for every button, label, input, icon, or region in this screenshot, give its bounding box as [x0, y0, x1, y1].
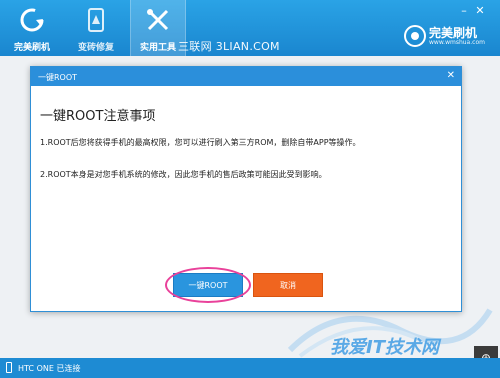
site-watermark: 三联网 3LIAN.COM	[178, 40, 280, 53]
dialog-titlebar: 一键ROOT ✕	[31, 67, 461, 86]
phone-repair-icon	[88, 8, 104, 32]
brand-url: www.wmshua.com	[429, 39, 485, 46]
device-status: HTC ONE 已连接	[18, 364, 81, 373]
cancel-button[interactable]: 取消	[253, 273, 323, 297]
tab-perfect-flash[interactable]: 完美刷机	[0, 0, 64, 56]
tab-brick-repair[interactable]: 变砖修复	[64, 0, 128, 56]
notice-paragraph-2: 2.ROOT本身是对您手机系统的修改，因此您手机的售后政策可能因此受到影响。	[40, 170, 327, 179]
tab-label: 实用工具	[139, 43, 176, 53]
notice-paragraph-1: 1.ROOT后您将获得手机的最高权限，您可以进行刷入第三方ROM，删除自带APP…	[40, 138, 361, 147]
minimize-button[interactable]: –	[458, 5, 470, 17]
brand-logo-icon	[404, 25, 426, 47]
annotation-circle	[165, 267, 251, 303]
status-bar: HTC ONE 已连接	[0, 358, 500, 378]
refresh-icon	[20, 8, 44, 32]
tab-label: 完美刷机	[13, 43, 50, 53]
top-toolbar: 完美刷机 变砖修复 实用工具 三联网 3LIAN.COM – ✕ 完美刷机 ww…	[0, 0, 500, 56]
brand: 完美刷机 www.wmshua.com	[404, 22, 496, 50]
close-window-button[interactable]: ✕	[474, 5, 486, 17]
dialog-title: 一键ROOT	[38, 73, 78, 82]
phone-icon	[6, 362, 12, 373]
footer-watermark: 我爱IT技术网	[330, 337, 439, 358]
tools-icon	[147, 9, 169, 31]
dialog-heading: 一键ROOT注意事项	[40, 109, 156, 124]
root-dialog: 一键ROOT ✕ 一键ROOT注意事项 1.ROOT后您将获得手机的最高权限，您…	[30, 66, 462, 312]
close-icon[interactable]: ✕	[447, 70, 455, 81]
tab-label: 变砖修复	[77, 43, 114, 53]
